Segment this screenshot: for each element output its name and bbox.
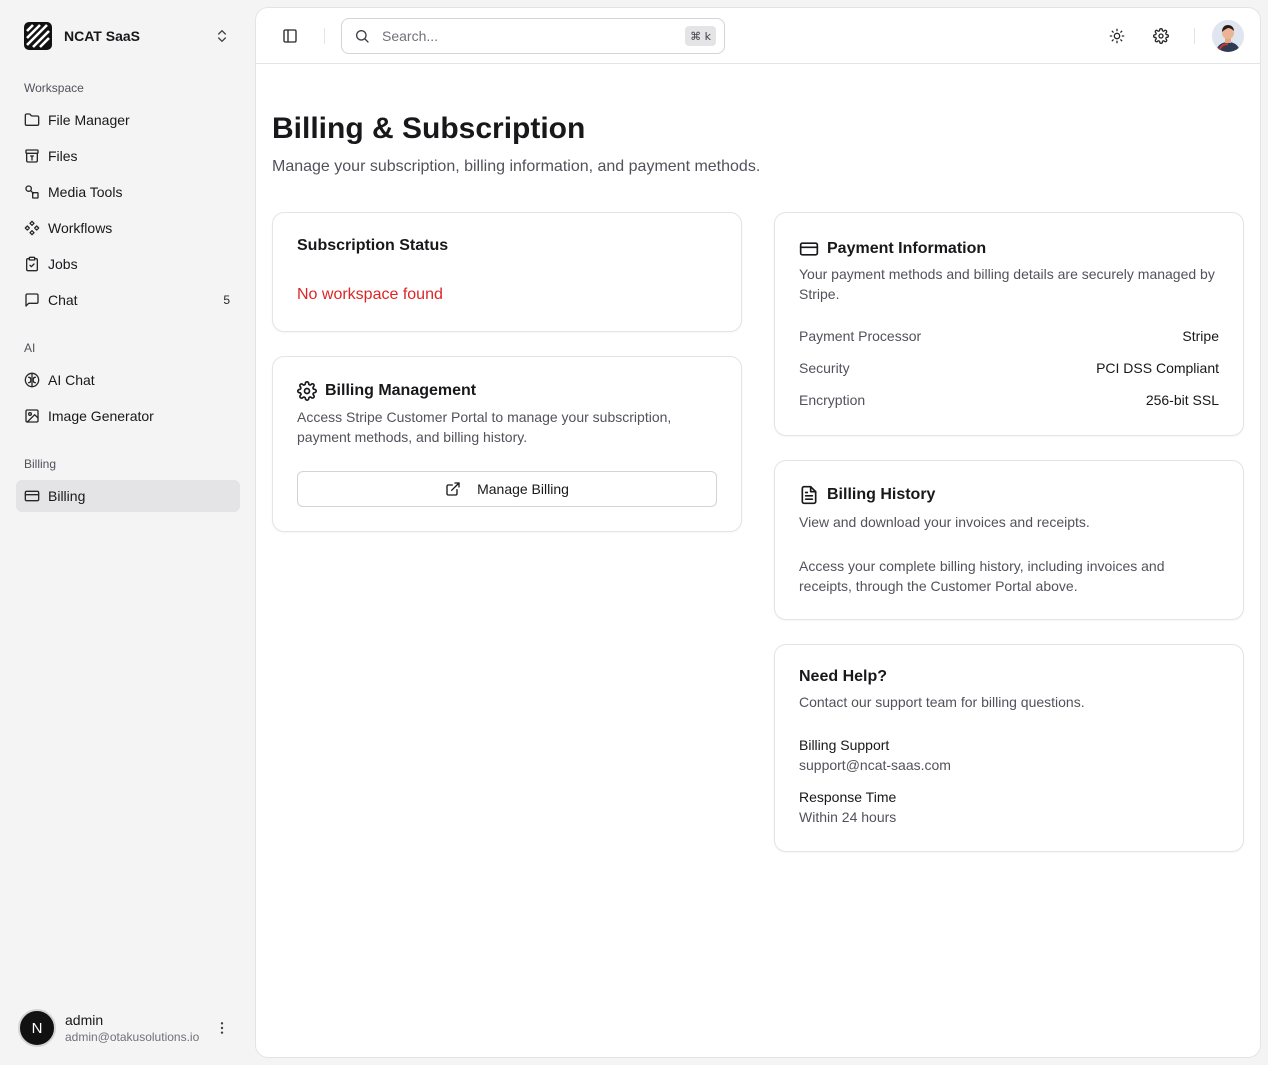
credit-card-icon: [24, 488, 40, 504]
folder-icon: [24, 112, 40, 128]
sidebar: NCAT SaaS Workspace File Manager Files M…: [0, 0, 256, 1065]
chat-count-badge: 5: [223, 293, 230, 307]
button-label: Manage Billing: [477, 481, 569, 497]
more-vertical-icon[interactable]: [214, 1020, 230, 1036]
user-email: admin@otakusolutions.io: [65, 1030, 200, 1044]
divider: [1194, 28, 1195, 44]
card-title: Payment Information: [799, 239, 986, 259]
sidebar-item-label: Workflows: [48, 220, 113, 236]
search-icon: [354, 28, 370, 44]
sidebar-item-label: File Manager: [48, 112, 130, 128]
payment-processor-row: Payment Processor Stripe: [799, 328, 1219, 348]
brand-name: NCAT SaaS: [64, 28, 140, 44]
credit-card-icon: [799, 239, 819, 259]
row-value: Stripe: [1182, 328, 1219, 344]
card-title-text: Payment Information: [827, 240, 987, 257]
sidebar-item-chat[interactable]: Chat 5: [16, 284, 240, 316]
brain-icon: [24, 372, 40, 388]
card-title: Billing Management: [297, 381, 476, 401]
group-label-ai: AI: [24, 341, 36, 355]
row-value: PCI DSS Compliant: [1096, 360, 1219, 376]
shortcut-hint: ⌘ k: [685, 26, 716, 46]
gear-icon: [297, 381, 317, 401]
user-menu[interactable]: N admin admin@otakusolutions.io: [16, 1006, 240, 1050]
page-subtitle: Manage your subscription, billing inform…: [272, 158, 761, 175]
group-label-billing: Billing: [24, 457, 57, 471]
sun-icon: [1109, 28, 1125, 44]
card-title: Billing History: [799, 485, 935, 505]
file-box-icon: [24, 148, 40, 164]
card-description: View and download your invoices and rece…: [799, 514, 1090, 530]
gear-icon: [1153, 28, 1169, 44]
row-label: Payment Processor: [799, 328, 922, 344]
sidebar-item-jobs[interactable]: Jobs: [16, 248, 240, 280]
settings-button[interactable]: [1145, 20, 1177, 52]
sidebar-item-label: AI Chat: [48, 372, 95, 388]
image-icon: [24, 408, 40, 424]
clipboard-check-icon: [24, 256, 40, 272]
page-title: Billing & Subscription: [272, 112, 586, 145]
billing-support-label: Billing Support: [799, 737, 890, 753]
sidebar-item-label: Media Tools: [48, 184, 123, 200]
external-link-icon: [445, 481, 461, 497]
sidebar-item-billing[interactable]: Billing: [16, 480, 240, 512]
sidebar-item-label: Files: [48, 148, 78, 164]
card-description: Contact our support team for billing que…: [799, 694, 1085, 710]
sidebar-item-ai-chat[interactable]: AI Chat: [16, 364, 240, 396]
chevrons-up-down-icon: [214, 28, 230, 44]
topbar: ⌘ k: [256, 8, 1260, 64]
search-input[interactable]: [382, 28, 672, 44]
billing-management-card: Billing Management Access Stripe Custome…: [272, 356, 742, 532]
profile-avatar[interactable]: [1212, 20, 1244, 52]
theme-toggle-button[interactable]: [1101, 20, 1133, 52]
sidebar-item-label: Jobs: [48, 256, 78, 272]
file-text-icon: [799, 485, 819, 505]
payment-information-card: Payment Information Your payment methods…: [774, 212, 1244, 436]
brand-logo: [24, 22, 52, 50]
sidebar-item-files[interactable]: Files: [16, 140, 240, 172]
divider: [324, 28, 325, 44]
sidebar-item-image-generator[interactable]: Image Generator: [16, 400, 240, 432]
need-help-card: Need Help? Contact our support team for …: [774, 644, 1244, 852]
main-panel: ⌘ k Billing & Subscription Manage your: [256, 8, 1260, 1057]
card-title: Subscription Status: [297, 237, 449, 254]
sidebar-item-label: Billing: [48, 488, 86, 504]
sidebar-item-label: Chat: [48, 292, 78, 308]
panel-left-icon: [282, 28, 298, 44]
response-time-value: Within 24 hours: [799, 809, 897, 825]
subscription-status-card: Subscription Status No workspace found: [272, 212, 742, 332]
card-title-text: Billing History: [827, 486, 936, 503]
security-row: Security PCI DSS Compliant: [799, 360, 1219, 380]
user-name: admin: [65, 1012, 104, 1028]
manage-billing-button[interactable]: Manage Billing: [297, 471, 717, 507]
sidebar-toggle-button[interactable]: [274, 20, 306, 52]
workspace-switcher[interactable]: NCAT SaaS: [16, 16, 240, 56]
card-title: Need Help?: [799, 668, 888, 685]
sidebar-item-label: Image Generator: [48, 408, 154, 424]
row-label: Encryption: [799, 392, 866, 408]
error-message: No workspace found: [297, 286, 443, 303]
sidebar-item-media-tools[interactable]: Media Tools: [16, 176, 240, 208]
avatar: N: [18, 1009, 56, 1047]
sidebar-item-workflows[interactable]: Workflows: [16, 212, 240, 244]
encryption-row: Encryption 256-bit SSL: [799, 392, 1219, 412]
sidebar-item-file-manager[interactable]: File Manager: [16, 104, 240, 136]
row-value: 256-bit SSL: [1145, 392, 1219, 408]
group-label-workspace: Workspace: [24, 81, 84, 95]
card-description: Access Stripe Customer Portal to manage …: [297, 409, 672, 445]
card-description: Your payment methods and billing details…: [799, 266, 1215, 302]
workflow-icon: [24, 220, 40, 236]
message-square-icon: [24, 292, 40, 308]
billing-history-card: Billing History View and download your i…: [774, 460, 1244, 620]
card-body: Access your complete billing history, in…: [799, 558, 1165, 594]
card-title-text: Billing Management: [325, 382, 477, 399]
shapes-icon: [24, 184, 40, 200]
response-time-label: Response Time: [799, 789, 897, 805]
search-box[interactable]: ⌘ k: [341, 18, 725, 54]
row-label: Security: [799, 360, 850, 376]
billing-support-email[interactable]: support@ncat-saas.com: [799, 757, 951, 773]
